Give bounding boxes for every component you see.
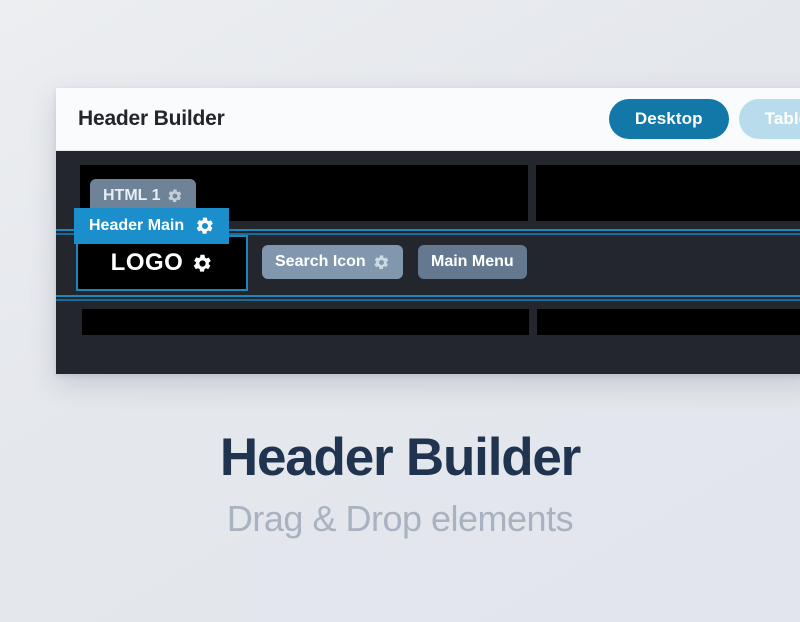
- device-preview-switcher: Desktop Tablet: [608, 99, 800, 139]
- gear-icon[interactable]: [195, 216, 215, 236]
- builder-toolbar: Header Builder Desktop Tablet: [56, 88, 800, 151]
- promo-caption: Header Builder Drag & Drop elements: [0, 430, 800, 540]
- page-background: Header Builder Desktop Tablet HTML 1: [0, 0, 800, 622]
- row-selection-line-bottom: [56, 295, 800, 297]
- builder-canvas[interactable]: HTML 1 Header Main LOGO Search Icon Main…: [56, 151, 800, 374]
- gear-icon[interactable]: [373, 254, 390, 271]
- element-chip-html-1-label: HTML 1: [103, 187, 161, 204]
- element-chip-search-icon-label: Search Icon: [275, 253, 366, 270]
- row-selection-line-bottom-inner: [56, 299, 800, 301]
- gear-icon[interactable]: [192, 253, 213, 274]
- device-button-tablet[interactable]: Tablet: [738, 99, 800, 139]
- element-chip-main-menu-label: Main Menu: [431, 253, 514, 270]
- element-chip-search-icon[interactable]: Search Icon: [262, 245, 403, 279]
- module-tab-label: Header Main: [89, 217, 185, 234]
- promo-subtitle: Drag & Drop elements: [226, 497, 574, 539]
- gear-icon[interactable]: [167, 188, 183, 204]
- builder-title: Header Builder: [78, 107, 225, 130]
- header-builder-window: Header Builder Desktop Tablet HTML 1: [56, 88, 800, 374]
- promo-title: Header Builder: [219, 428, 581, 487]
- canvas-cell-bottom-left[interactable]: [82, 309, 529, 335]
- module-tab-header-main[interactable]: Header Main: [74, 208, 230, 244]
- canvas-cell-top-right[interactable]: [536, 165, 800, 221]
- element-logo-label: LOGO: [110, 249, 184, 276]
- canvas-cell-bottom-right[interactable]: [537, 309, 800, 335]
- element-chip-main-menu[interactable]: Main Menu: [418, 245, 527, 279]
- device-button-desktop[interactable]: Desktop: [608, 99, 729, 139]
